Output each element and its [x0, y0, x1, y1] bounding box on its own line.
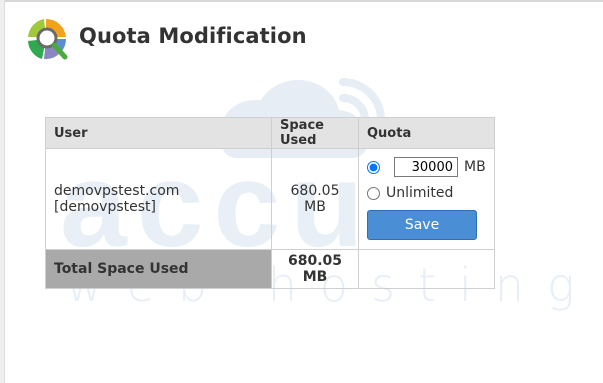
page-header: Quota Modification	[24, 15, 307, 63]
quota-pie-magnifier-icon	[28, 18, 68, 60]
total-space-used-value: 680.05 MB	[271, 249, 359, 289]
quota-cell: MB Unlimited Save	[358, 148, 495, 250]
total-space-used-label: Total Space Used	[45, 249, 272, 289]
save-button[interactable]: Save	[367, 210, 477, 240]
total-quota-empty-cell	[358, 249, 495, 289]
total-row: Total Space Used 680.05 MB	[45, 249, 495, 289]
quota-limited-radio[interactable]	[367, 160, 380, 174]
quota-table: User Space Used Quota demovpstest.com [d…	[45, 117, 495, 289]
page-title: Quota Modification	[79, 24, 307, 48]
quota-unlimited-label[interactable]: Unlimited	[386, 185, 453, 201]
quota-value-input[interactable]	[394, 157, 458, 177]
quota-limited-option: MB	[367, 154, 486, 180]
window-top-border	[0, 0, 603, 2]
quota-unlimited-radio[interactable]	[367, 186, 380, 200]
column-header-user: User	[45, 117, 272, 149]
column-header-space-used: Space Used	[271, 117, 359, 149]
quota-unlimited-option: Unlimited	[367, 180, 486, 206]
space-used-cell: 680.05 MB	[271, 148, 359, 250]
column-header-quota: Quota	[358, 117, 495, 149]
window-left-edge	[0, 0, 5, 383]
table-row: demovpstest.com [demovpstest] 680.05 MB …	[45, 148, 495, 250]
user-cell: demovpstest.com [demovpstest]	[45, 148, 272, 250]
table-header-row: User Space Used Quota	[45, 117, 495, 149]
quota-unit-label: MB	[464, 159, 486, 175]
